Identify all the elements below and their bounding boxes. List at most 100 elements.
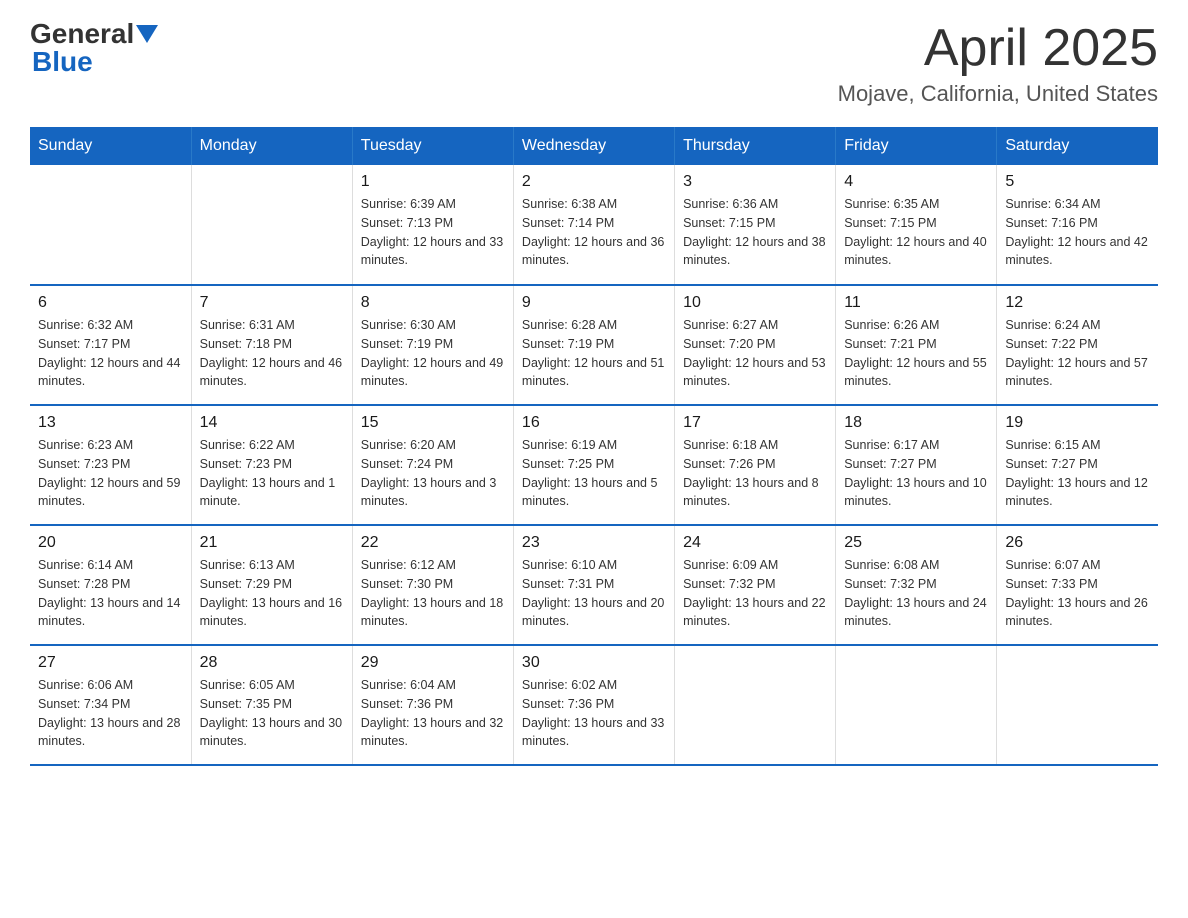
calendar-header-monday: Monday bbox=[191, 127, 352, 165]
day-info: Sunrise: 6:10 AMSunset: 7:31 PMDaylight:… bbox=[522, 556, 666, 631]
calendar-cell: 9 Sunrise: 6:28 AMSunset: 7:19 PMDaylight… bbox=[513, 285, 674, 405]
day-info: Sunrise: 6:20 AMSunset: 7:24 PMDaylight:… bbox=[361, 436, 505, 511]
day-info: Sunrise: 6:28 AMSunset: 7:19 PMDaylight:… bbox=[522, 316, 666, 391]
day-info: Sunrise: 6:22 AMSunset: 7:23 PMDaylight:… bbox=[200, 436, 344, 511]
calendar-cell: 25 Sunrise: 6:08 AMSunset: 7:32 PMDayligh… bbox=[836, 525, 997, 645]
calendar-cell: 3Sunrise: 6:36 AMSunset: 7:15 PMDaylight… bbox=[675, 165, 836, 285]
calendar-cell: 18 Sunrise: 6:17 AMSunset: 7:27 PMDayligh… bbox=[836, 405, 997, 525]
day-number: 1 bbox=[361, 173, 505, 191]
day-number: 26 bbox=[1005, 534, 1150, 552]
calendar-header-thursday: Thursday bbox=[675, 127, 836, 165]
calendar-cell: 30Sunrise: 6:02 AMSunset: 7:36 PMDayligh… bbox=[513, 645, 674, 765]
day-info: Sunrise: 6:18 AMSunset: 7:26 PMDaylight:… bbox=[683, 436, 827, 511]
day-number: 6 bbox=[38, 294, 183, 312]
calendar-cell: 22 Sunrise: 6:12 AMSunset: 7:30 PMDayligh… bbox=[352, 525, 513, 645]
day-info: Sunrise: 6:15 AMSunset: 7:27 PMDaylight:… bbox=[1005, 436, 1150, 511]
calendar-cell: 14Sunrise: 6:22 AMSunset: 7:23 PMDayligh… bbox=[191, 405, 352, 525]
day-number: 18 bbox=[844, 414, 988, 432]
calendar-week-row: 13 Sunrise: 6:23 AMSunset: 7:23 PMDayligh… bbox=[30, 405, 1158, 525]
day-number: 23 bbox=[522, 534, 666, 552]
day-number: 17 bbox=[683, 414, 827, 432]
day-info: Sunrise: 6:31 AMSunset: 7:18 PMDaylight:… bbox=[200, 316, 344, 391]
day-number: 28 bbox=[200, 654, 344, 672]
calendar-header-friday: Friday bbox=[836, 127, 997, 165]
day-number: 5 bbox=[1005, 173, 1150, 191]
calendar-cell: 6 Sunrise: 6:32 AMSunset: 7:17 PMDaylight… bbox=[30, 285, 191, 405]
day-info: Sunrise: 6:34 AMSunset: 7:16 PMDaylight:… bbox=[1005, 195, 1150, 270]
day-number: 19 bbox=[1005, 414, 1150, 432]
calendar-cell: 10 Sunrise: 6:27 AMSunset: 7:20 PMDayligh… bbox=[675, 285, 836, 405]
day-number: 11 bbox=[844, 294, 988, 312]
day-info: Sunrise: 6:07 AMSunset: 7:33 PMDaylight:… bbox=[1005, 556, 1150, 631]
day-number: 27 bbox=[38, 654, 183, 672]
calendar-cell: 20 Sunrise: 6:14 AMSunset: 7:28 PMDayligh… bbox=[30, 525, 191, 645]
calendar-week-row: 27Sunrise: 6:06 AMSunset: 7:34 PMDayligh… bbox=[30, 645, 1158, 765]
day-number: 2 bbox=[522, 173, 666, 191]
calendar-cell bbox=[997, 645, 1158, 765]
day-info: Sunrise: 6:30 AMSunset: 7:19 PMDaylight:… bbox=[361, 316, 505, 391]
calendar-cell: 16 Sunrise: 6:19 AMSunset: 7:25 PMDayligh… bbox=[513, 405, 674, 525]
calendar-cell: 27Sunrise: 6:06 AMSunset: 7:34 PMDayligh… bbox=[30, 645, 191, 765]
calendar-header-sunday: Sunday bbox=[30, 127, 191, 165]
calendar-cell: 24 Sunrise: 6:09 AMSunset: 7:32 PMDayligh… bbox=[675, 525, 836, 645]
calendar-cell: 26 Sunrise: 6:07 AMSunset: 7:33 PMDayligh… bbox=[997, 525, 1158, 645]
calendar-cell bbox=[836, 645, 997, 765]
calendar-cell: 13 Sunrise: 6:23 AMSunset: 7:23 PMDayligh… bbox=[30, 405, 191, 525]
day-info: Sunrise: 6:26 AMSunset: 7:21 PMDaylight:… bbox=[844, 316, 988, 391]
day-number: 7 bbox=[200, 294, 344, 312]
day-info: Sunrise: 6:23 AMSunset: 7:23 PMDaylight:… bbox=[38, 436, 183, 511]
calendar-cell bbox=[675, 645, 836, 765]
calendar-week-row: 6 Sunrise: 6:32 AMSunset: 7:17 PMDaylight… bbox=[30, 285, 1158, 405]
day-number: 12 bbox=[1005, 294, 1150, 312]
day-info: Sunrise: 6:32 AMSunset: 7:17 PMDaylight:… bbox=[38, 316, 183, 391]
logo-general-text: General bbox=[30, 20, 134, 48]
day-info: Sunrise: 6:38 AMSunset: 7:14 PMDaylight:… bbox=[522, 195, 666, 270]
day-number: 24 bbox=[683, 534, 827, 552]
location-title: Mojave, California, United States bbox=[838, 81, 1158, 107]
calendar-cell: 1 Sunrise: 6:39 AMSunset: 7:13 PMDaylight… bbox=[352, 165, 513, 285]
month-title: April 2025 bbox=[838, 20, 1158, 77]
day-info: Sunrise: 6:12 AMSunset: 7:30 PMDaylight:… bbox=[361, 556, 505, 631]
day-info: Sunrise: 6:14 AMSunset: 7:28 PMDaylight:… bbox=[38, 556, 183, 631]
day-info: Sunrise: 6:27 AMSunset: 7:20 PMDaylight:… bbox=[683, 316, 827, 391]
calendar-cell: 28 Sunrise: 6:05 AMSunset: 7:35 PMDayligh… bbox=[191, 645, 352, 765]
page-header: General Blue April 2025 Mojave, Californ… bbox=[30, 20, 1158, 107]
calendar-cell bbox=[30, 165, 191, 285]
calendar-cell: 17 Sunrise: 6:18 AMSunset: 7:26 PMDayligh… bbox=[675, 405, 836, 525]
calendar-cell: 21Sunrise: 6:13 AMSunset: 7:29 PMDayligh… bbox=[191, 525, 352, 645]
day-number: 9 bbox=[522, 294, 666, 312]
calendar-cell: 7 Sunrise: 6:31 AMSunset: 7:18 PMDaylight… bbox=[191, 285, 352, 405]
day-info: Sunrise: 6:04 AMSunset: 7:36 PMDaylight:… bbox=[361, 676, 505, 751]
day-info: Sunrise: 6:17 AMSunset: 7:27 PMDaylight:… bbox=[844, 436, 988, 511]
day-number: 4 bbox=[844, 173, 988, 191]
calendar-cell bbox=[191, 165, 352, 285]
calendar-cell: 11 Sunrise: 6:26 AMSunset: 7:21 PMDayligh… bbox=[836, 285, 997, 405]
calendar-cell: 12Sunrise: 6:24 AMSunset: 7:22 PMDayligh… bbox=[997, 285, 1158, 405]
day-number: 13 bbox=[38, 414, 183, 432]
day-number: 30 bbox=[522, 654, 666, 672]
day-info: Sunrise: 6:19 AMSunset: 7:25 PMDaylight:… bbox=[522, 436, 666, 511]
calendar-week-row: 1 Sunrise: 6:39 AMSunset: 7:13 PMDaylight… bbox=[30, 165, 1158, 285]
calendar-table: SundayMondayTuesdayWednesdayThursdayFrid… bbox=[30, 127, 1158, 766]
day-number: 10 bbox=[683, 294, 827, 312]
day-number: 16 bbox=[522, 414, 666, 432]
day-info: Sunrise: 6:08 AMSunset: 7:32 PMDaylight:… bbox=[844, 556, 988, 631]
logo-triangle-icon bbox=[136, 25, 158, 47]
day-info: Sunrise: 6:35 AMSunset: 7:15 PMDaylight:… bbox=[844, 195, 988, 270]
day-info: Sunrise: 6:39 AMSunset: 7:13 PMDaylight:… bbox=[361, 195, 505, 270]
day-info: Sunrise: 6:05 AMSunset: 7:35 PMDaylight:… bbox=[200, 676, 344, 751]
calendar-cell: 15 Sunrise: 6:20 AMSunset: 7:24 PMDayligh… bbox=[352, 405, 513, 525]
day-number: 20 bbox=[38, 534, 183, 552]
calendar-header-wednesday: Wednesday bbox=[513, 127, 674, 165]
logo-blue-text: Blue bbox=[30, 48, 158, 76]
day-number: 8 bbox=[361, 294, 505, 312]
calendar-cell: 19 Sunrise: 6:15 AMSunset: 7:27 PMDayligh… bbox=[997, 405, 1158, 525]
day-info: Sunrise: 6:09 AMSunset: 7:32 PMDaylight:… bbox=[683, 556, 827, 631]
day-number: 22 bbox=[361, 534, 505, 552]
calendar-cell: 8 Sunrise: 6:30 AMSunset: 7:19 PMDaylight… bbox=[352, 285, 513, 405]
day-number: 15 bbox=[361, 414, 505, 432]
day-number: 25 bbox=[844, 534, 988, 552]
logo: General Blue bbox=[30, 20, 158, 76]
calendar-cell: 29Sunrise: 6:04 AMSunset: 7:36 PMDayligh… bbox=[352, 645, 513, 765]
calendar-header-tuesday: Tuesday bbox=[352, 127, 513, 165]
